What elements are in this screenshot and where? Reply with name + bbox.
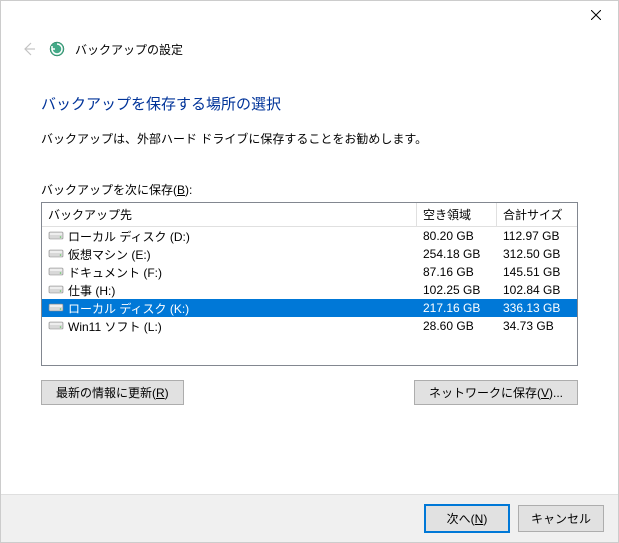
footer: 次へ(N) キャンセル xyxy=(1,494,618,542)
hard-drive-icon xyxy=(48,319,64,334)
cell-total-size: 102.84 GB xyxy=(497,283,577,297)
table-row[interactable]: Win11 ソフト (L:) 28.60 GB34.73 GB xyxy=(42,317,577,335)
network-save-button[interactable]: ネットワークに保存(V)... xyxy=(414,380,578,405)
cell-destination: ローカル ディスク (K:) xyxy=(42,300,417,317)
cell-free-space: 28.60 GB xyxy=(417,319,497,333)
cell-destination: 仮想マシン (E:) xyxy=(42,246,417,263)
page-heading: バックアップを保存する場所の選択 xyxy=(41,93,578,114)
hard-drive-icon xyxy=(48,265,64,280)
close-button[interactable] xyxy=(573,1,618,29)
cell-destination: 仕事 (H:) xyxy=(42,282,417,299)
cancel-button[interactable]: キャンセル xyxy=(518,505,604,532)
cell-destination: ドキュメント (F:) xyxy=(42,264,417,281)
cell-free-space: 254.18 GB xyxy=(417,247,497,261)
drive-name: 仕事 (H:) xyxy=(68,282,115,299)
window-title: バックアップの設定 xyxy=(75,41,183,58)
column-total-size[interactable]: 合計サイズ xyxy=(497,203,577,226)
content-area: バックアップを保存する場所の選択 バックアップは、外部ハード ドライブに保存する… xyxy=(1,59,618,405)
drive-name: ローカル ディスク (D:) xyxy=(68,228,190,245)
cell-total-size: 336.13 GB xyxy=(497,301,577,315)
cell-destination: ローカル ディスク (D:) xyxy=(42,228,417,245)
hard-drive-icon xyxy=(48,247,64,262)
table-header: バックアップ先 空き領域 合計サイズ xyxy=(42,203,577,227)
close-icon xyxy=(591,10,601,20)
hard-drive-icon xyxy=(48,283,64,298)
column-destination[interactable]: バックアップ先 xyxy=(42,203,417,226)
cell-destination: Win11 ソフト (L:) xyxy=(42,318,417,335)
table-body: ローカル ディスク (D:) 80.20 GB112.97 GB 仮想マシン (E:… xyxy=(42,227,577,335)
cell-total-size: 145.51 GB xyxy=(497,265,577,279)
header-bar: バックアップの設定 xyxy=(1,31,618,59)
table-row[interactable]: ローカル ディスク (K:) 217.16 GB336.13 GB xyxy=(42,299,577,317)
hard-drive-icon xyxy=(48,301,64,316)
drive-name: 仮想マシン (E:) xyxy=(68,246,151,263)
titlebar xyxy=(1,1,618,31)
table-row[interactable]: 仕事 (H:) 102.25 GB102.84 GB xyxy=(42,281,577,299)
page-subtext: バックアップは、外部ハード ドライブに保存することをお勧めします。 xyxy=(41,130,578,147)
drive-name: ドキュメント (F:) xyxy=(68,264,162,281)
refresh-button[interactable]: 最新の情報に更新(R) xyxy=(41,380,184,405)
cell-free-space: 87.16 GB xyxy=(417,265,497,279)
back-arrow-icon xyxy=(21,41,37,57)
cell-free-space: 80.20 GB xyxy=(417,229,497,243)
hard-drive-icon xyxy=(48,229,64,244)
table-row[interactable]: ドキュメント (F:) 87.16 GB145.51 GB xyxy=(42,263,577,281)
drive-name: ローカル ディスク (K:) xyxy=(68,300,189,317)
button-row: 最新の情報に更新(R) ネットワークに保存(V)... xyxy=(41,380,578,405)
drive-name: Win11 ソフト (L:) xyxy=(68,318,162,335)
back-button[interactable] xyxy=(19,39,39,59)
column-free-space[interactable]: 空き領域 xyxy=(417,203,497,226)
cell-free-space: 102.25 GB xyxy=(417,283,497,297)
next-button[interactable]: 次へ(N) xyxy=(424,504,510,533)
cell-total-size: 34.73 GB xyxy=(497,319,577,333)
list-label: バックアップを次に保存(B): xyxy=(41,181,578,198)
backup-settings-icon xyxy=(49,41,65,57)
table-row[interactable]: ローカル ディスク (D:) 80.20 GB112.97 GB xyxy=(42,227,577,245)
cell-total-size: 312.50 GB xyxy=(497,247,577,261)
table-row[interactable]: 仮想マシン (E:) 254.18 GB312.50 GB xyxy=(42,245,577,263)
cell-free-space: 217.16 GB xyxy=(417,301,497,315)
cell-total-size: 112.97 GB xyxy=(497,229,577,243)
drive-list[interactable]: バックアップ先 空き領域 合計サイズ ローカル ディスク (D:) 80.20 G… xyxy=(41,202,578,366)
